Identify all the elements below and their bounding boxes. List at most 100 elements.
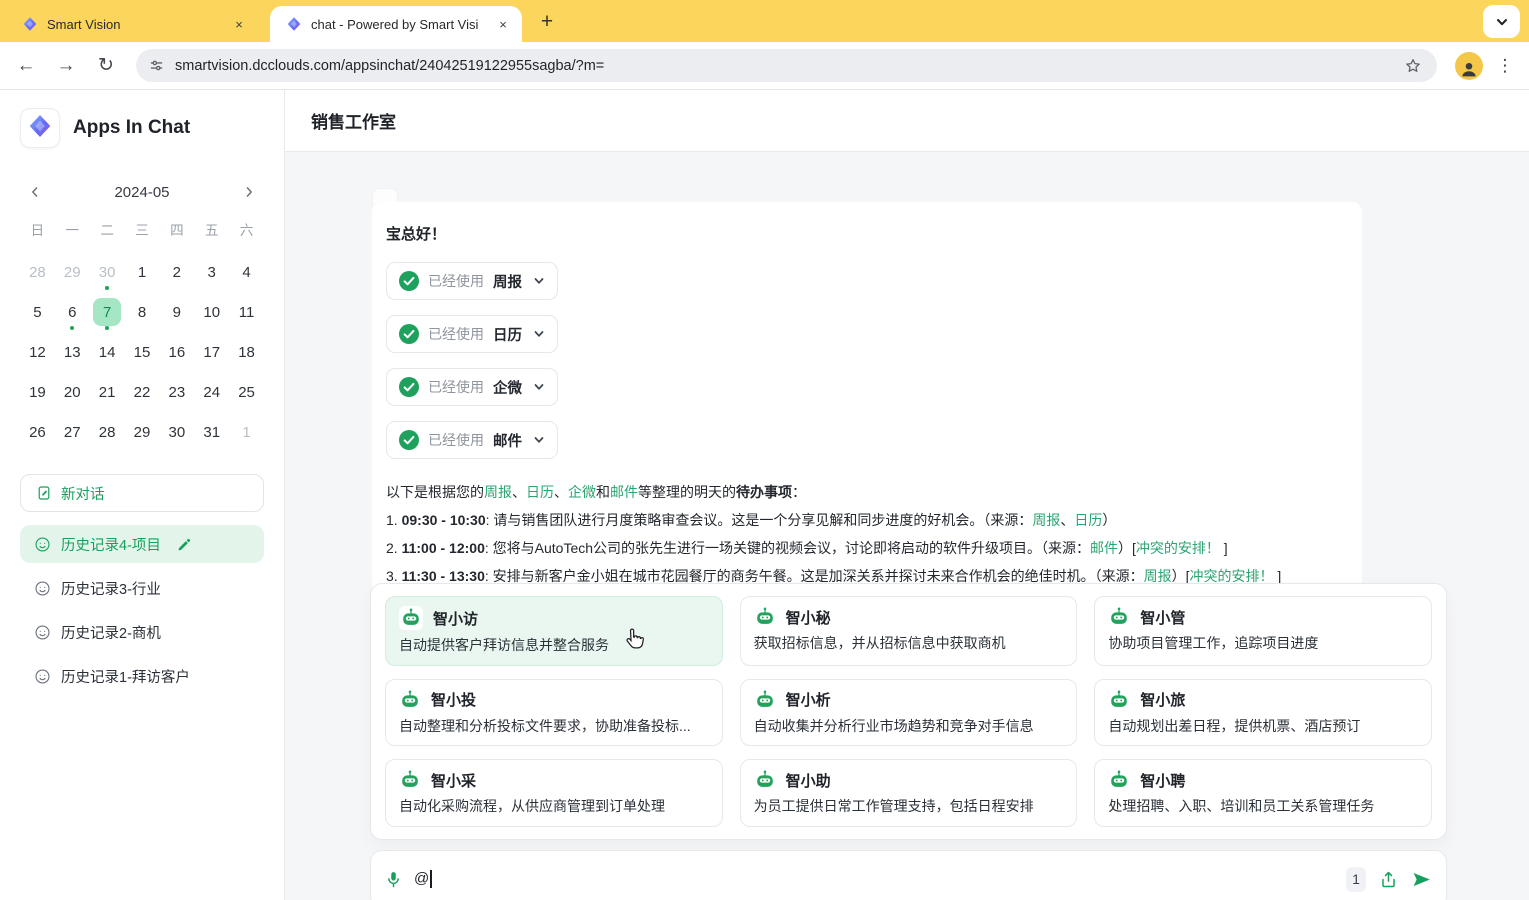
bookmark-star-icon[interactable] xyxy=(1399,52,1427,80)
inline-link[interactable]: 冲突的安排！ xyxy=(1136,540,1220,556)
agent-card-智小秘[interactable]: 智小秘获取招标信息，并从招标信息中获取商机 xyxy=(740,596,1078,666)
microphone-icon[interactable] xyxy=(385,870,402,889)
text-segment: 1. xyxy=(386,512,402,528)
new-tab-button[interactable]: + xyxy=(532,7,562,37)
used-tool-button[interactable]: 已经使用邮件 xyxy=(386,421,558,459)
calendar-day[interactable]: 18 xyxy=(229,332,264,372)
calendar-day[interactable]: 1 xyxy=(125,252,160,292)
text-segment: 和 xyxy=(596,484,610,500)
calendar-day[interactable]: 9 xyxy=(159,292,194,332)
edit-icon[interactable] xyxy=(177,537,192,552)
sidebar-item-history-4[interactable]: 历史记录4-项目 xyxy=(20,525,264,563)
address-bar[interactable]: smartvision.dcclouds.com/appsinchat/2404… xyxy=(136,49,1437,82)
used-tool-button[interactable]: 已经使用日历 xyxy=(386,315,558,353)
sidebar-item-history-2[interactable]: 历史记录2-商机 xyxy=(20,613,264,651)
agent-card-智小旅[interactable]: 智小旅自动规划出差日程，提供机票、酒店预订 xyxy=(1094,679,1432,747)
calendar-month-label: 2024-05 xyxy=(114,184,169,201)
calendar-prev-button[interactable] xyxy=(24,181,46,203)
calendar-day[interactable]: 28 xyxy=(20,252,55,292)
calendar-next-button[interactable] xyxy=(238,181,260,203)
used-tool-button[interactable]: 已经使用企微 xyxy=(386,368,558,406)
used-tool-button[interactable]: 已经使用周报 xyxy=(386,262,558,300)
message-input[interactable]: @ xyxy=(414,870,432,888)
upload-icon[interactable] xyxy=(1379,870,1398,889)
calendar-day[interactable]: 16 xyxy=(159,332,194,372)
calendar-day[interactable]: 31 xyxy=(194,412,229,452)
calendar-day[interactable]: 28 xyxy=(90,412,125,452)
profile-avatar[interactable] xyxy=(1455,52,1483,80)
calendar-day[interactable]: 29 xyxy=(125,412,160,452)
agent-description: 为员工提供日常工作管理支持，包括日程安排 xyxy=(754,796,1064,816)
edit-icon[interactable] xyxy=(177,537,192,552)
calendar-day[interactable]: 20 xyxy=(55,372,90,412)
calendar-day[interactable]: 4 xyxy=(229,252,264,292)
calendar-day[interactable]: 26 xyxy=(20,412,55,452)
agent-name: 智小管 xyxy=(1140,607,1185,628)
calendar-day[interactable]: 29 xyxy=(55,252,90,292)
agent-card-智小访[interactable]: 智小访自动提供客户拜访信息并整合服务 xyxy=(385,596,723,666)
calendar-day[interactable]: 22 xyxy=(125,372,160,412)
calendar-weekday: 一 xyxy=(55,210,90,248)
inline-link[interactable]: 日历 xyxy=(1074,512,1102,528)
agent-card-智小采[interactable]: 智小采自动化采购流程，从供应商管理到订单处理 xyxy=(385,759,723,827)
tab-close-icon[interactable]: × xyxy=(230,15,248,33)
calendar-day[interactable]: 30 xyxy=(90,252,125,292)
calendar-day[interactable]: 5 xyxy=(20,292,55,332)
text-segment: 11:30 - 13:30 xyxy=(402,568,485,584)
calendar-day[interactable]: 25 xyxy=(229,372,264,412)
calendar-day[interactable]: 27 xyxy=(55,412,90,452)
agent-card-智小管[interactable]: 智小管协助项目管理工作，追踪项目进度 xyxy=(1094,596,1432,666)
calendar-day[interactable]: 17 xyxy=(194,332,229,372)
calendar-day[interactable]: 10 xyxy=(194,292,229,332)
inline-link[interactable]: 企微 xyxy=(568,484,596,500)
forward-button[interactable]: → xyxy=(48,48,84,84)
calendar-day[interactable]: 11 xyxy=(229,292,264,332)
calendar-day[interactable]: 24 xyxy=(194,372,229,412)
page-header: 销售工作室 xyxy=(285,90,1529,152)
agent-card-智小助[interactable]: 智小助为员工提供日常工作管理支持，包括日程安排 xyxy=(740,759,1078,827)
agent-card-智小投[interactable]: 智小投自动整理和分析投标文件要求，协助准备投标... xyxy=(385,679,723,747)
inline-link[interactable]: 邮件 xyxy=(1090,540,1118,556)
calendar-day[interactable]: 23 xyxy=(159,372,194,412)
tab-chat[interactable]: chat - Powered by Smart Visi × xyxy=(270,6,522,42)
browser-menu-button[interactable]: ⋮ xyxy=(1493,50,1517,82)
calendar-day[interactable]: 14 xyxy=(90,332,125,372)
calendar-day-number: 19 xyxy=(23,378,51,406)
calendar-day[interactable]: 30 xyxy=(159,412,194,452)
chat-input-bar[interactable]: @ 1 xyxy=(370,850,1447,900)
calendar-day[interactable]: 1 xyxy=(229,412,264,452)
calendar-day[interactable]: 21 xyxy=(90,372,125,412)
site-info-icon[interactable] xyxy=(148,57,165,74)
tab-smart-vision[interactable]: Smart Vision × xyxy=(6,6,258,42)
calendar-day[interactable]: 12 xyxy=(20,332,55,372)
inline-link[interactable]: 冲突的安排！ xyxy=(1190,568,1274,584)
calendar-day-number: 24 xyxy=(198,378,226,406)
tab-search-button[interactable] xyxy=(1483,5,1520,38)
agent-card-header: 智小投 xyxy=(399,689,709,711)
inline-link[interactable]: 邮件 xyxy=(610,484,638,500)
refresh-button[interactable]: ↻ xyxy=(88,48,124,84)
robot-icon xyxy=(1108,606,1130,628)
calendar-day[interactable]: 19 xyxy=(20,372,55,412)
back-button[interactable]: ← xyxy=(8,48,44,84)
chat-smiley-icon xyxy=(34,624,51,641)
inline-link[interactable]: 周报 xyxy=(1032,512,1060,528)
agent-card-智小聘[interactable]: 智小聘处理招聘、入职、培训和员工关系管理任务 xyxy=(1094,759,1432,827)
calendar-day[interactable]: 3 xyxy=(194,252,229,292)
calendar-day[interactable]: 8 xyxy=(125,292,160,332)
calendar: 2024-05 日一二三四五六 282930123456789101112131… xyxy=(20,178,264,452)
inline-link[interactable]: 周报 xyxy=(484,484,512,500)
send-icon[interactable] xyxy=(1411,869,1432,890)
calendar-day[interactable]: 13 xyxy=(55,332,90,372)
calendar-day[interactable]: 7 xyxy=(90,292,125,332)
agent-card-智小析[interactable]: 智小析自动收集并分析行业市场趋势和竞争对手信息 xyxy=(740,679,1078,747)
inline-link[interactable]: 周报 xyxy=(1144,568,1172,584)
calendar-day[interactable]: 2 xyxy=(159,252,194,292)
calendar-day[interactable]: 15 xyxy=(125,332,160,372)
sidebar-item-history-3[interactable]: 历史记录3-行业 xyxy=(20,569,264,607)
sidebar-item-history-1[interactable]: 历史记录1-拜访客户 xyxy=(20,657,264,695)
calendar-day[interactable]: 6 xyxy=(55,292,90,332)
new-chat-button[interactable]: 新对话 xyxy=(20,474,264,512)
inline-link[interactable]: 日历 xyxy=(526,484,554,500)
tab-close-icon[interactable]: × xyxy=(494,15,512,33)
